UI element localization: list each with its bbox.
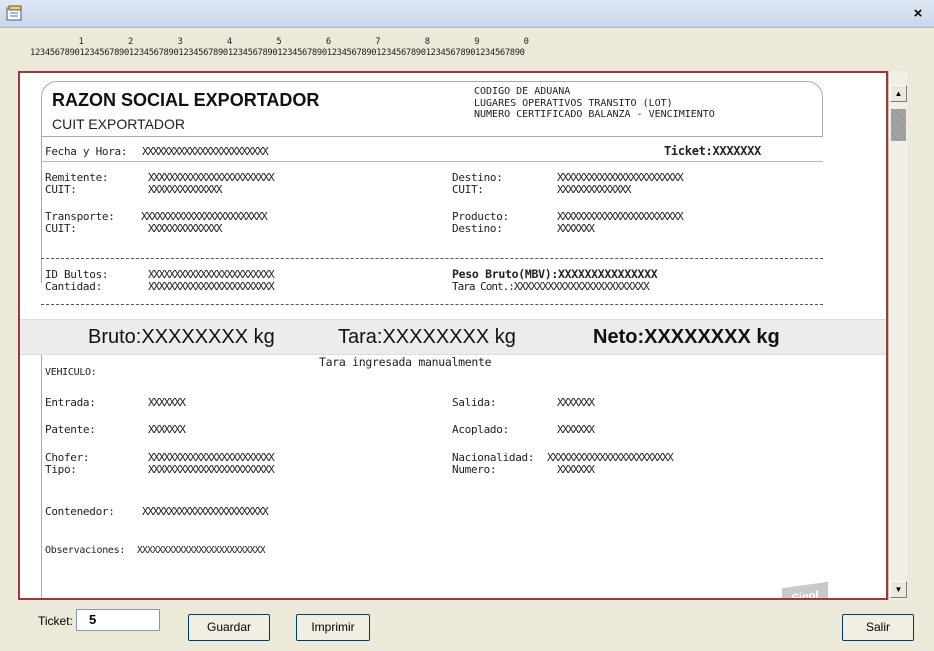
acoplado-label: Acoplado: [452,423,509,436]
bruto-total: Bruto:XXXXXXXX kg [88,326,275,348]
scroll-down-icon[interactable]: ▼ [890,581,907,598]
dashed-divider [41,258,823,259]
tara-total: Tara:XXXXXXXX kg [338,326,516,348]
salida-label: Salida: [452,396,497,409]
window-app-icon [6,5,22,21]
bottom-toolbar: Ticket: 5 Guardar Imprimir Salir [0,600,934,651]
cuit-value: XXXXXXXXXXXXXX [148,183,223,196]
tara-note: Tara ingresada manualmente [319,355,492,369]
header-right-block: CODIGO DE ADUANA LUGARES OPERATIVOS TRAN… [474,86,715,121]
cuit-label: CUIT: [45,222,77,235]
fecha-label: Fecha y Hora: [45,145,128,158]
salir-button[interactable]: Salir [842,614,914,641]
cuit-label: CUIT: [452,183,484,196]
tara-cont: Tara Cont.:XXXXXXXXXXXXXXXXXXXXXXXX [452,280,650,293]
tipo-label: Tipo: [45,463,77,476]
numero-label: Numero: [452,463,497,476]
divider [41,161,823,162]
ticket-document: RAZON SOCIAL EXPORTADOR CUIT EXPORTADOR … [20,81,886,598]
contenedor-label: Contenedor: [45,505,115,518]
salida-value: XXXXXXX [557,396,595,409]
scroll-up-icon[interactable]: ▲ [890,85,907,102]
cuit-value: XXXXXXXXXXXXXX [148,222,223,235]
cuit-label: CUIT: [45,183,77,196]
entrada-label: Entrada: [45,396,96,409]
ticket-preview: RAZON SOCIAL EXPORTADOR CUIT EXPORTADOR … [18,71,888,600]
ticket-number: Ticket:XXXXXXX [664,144,761,158]
character-ruler: 1 2 3 4 5 6 7 8 9 0 12345678901234567890… [0,37,934,67]
left-border [41,355,42,598]
patente-label: Patente: [45,423,96,436]
vertical-scrollbar[interactable]: ▲ ▼ [888,71,907,600]
peso-bruto: Peso Bruto(MBV):XXXXXXXXXXXXXXX [452,267,658,281]
imprimir-button[interactable]: Imprimir [296,614,370,641]
guardar-button[interactable]: Guardar [188,614,270,641]
header-line: NUMERO CERTIFICADO BALANZA - VENCIMIENTO [474,109,715,120]
ruler-tens: 1 2 3 4 5 6 7 8 9 0 [34,37,529,47]
sinol-logo: Sinol [782,581,828,598]
contenedor-value: XXXXXXXXXXXXXXXXXXXXXXXX [142,505,269,518]
totals-band: Bruto:XXXXXXXX kg Tara:XXXXXXXX kg Neto:… [20,319,886,355]
acoplado-value: XXXXXXX [557,423,595,436]
cantidad-value: XXXXXXXXXXXXXXXXXXXXXXXX [148,280,275,293]
ruler-digits: 1234567890123456789012345678901234567890… [30,48,525,58]
title-bar: × [0,0,934,28]
cantidad-label: Cantidad: [45,280,102,293]
ticket-input[interactable]: 5 [76,609,160,631]
cuit-value: XXXXXXXXXXXXXX [557,183,632,196]
ticket-label: Ticket: [38,614,73,628]
patente-value: XXXXXXX [148,423,186,436]
numero-value: XXXXXXX [557,463,595,476]
company-cuit: CUIT EXPORTADOR [52,116,186,132]
observaciones-value: XXXXXXXXXXXXXXXXXXXXXXXXX [137,545,266,556]
left-border [41,137,42,283]
fecha-value: XXXXXXXXXXXXXXXXXXXXXXXX [142,145,269,158]
observaciones-label: Observaciones: [45,545,126,556]
dashed-divider [41,304,823,305]
neto-total: Neto:XXXXXXXX kg [593,326,780,348]
company-name: RAZON SOCIAL EXPORTADOR [52,90,320,110]
tipo-value: XXXXXXXXXXXXXXXXXXXXXXXX [148,463,275,476]
header-line: LUGARES OPERATIVOS TRANSITO (LOT) [474,97,673,109]
destino-value: XXXXXXX [557,222,595,235]
vehiculo-label: VEHICULO: [45,367,97,378]
ticket-header: RAZON SOCIAL EXPORTADOR CUIT EXPORTADOR … [41,81,823,137]
header-line: CODIGO DE ADUANA [474,86,571,97]
entrada-value: XXXXXXX [148,396,186,409]
close-icon[interactable]: × [910,6,926,22]
scroll-thumb[interactable] [891,109,906,141]
destino-label: Destino: [452,222,503,235]
